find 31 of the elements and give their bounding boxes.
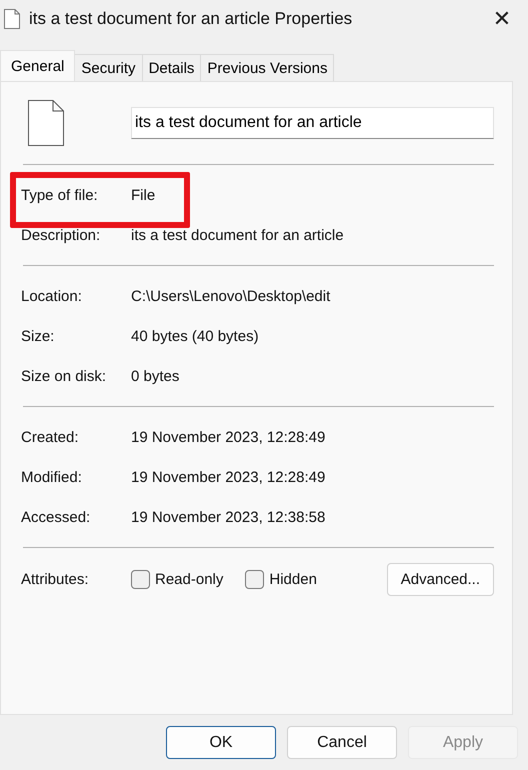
advanced-button[interactable]: Advanced... — [386, 562, 494, 596]
property-value: C:\Users\Lenovo\Desktop\edit — [131, 288, 330, 304]
property-value: 19 November 2023, 12:38:58 — [131, 508, 326, 526]
checkbox-label: Hidden — [269, 570, 317, 588]
dialog-button[interactable]: Cancel — [287, 726, 397, 759]
property-label: Description: — [21, 226, 102, 244]
file-icon — [4, 9, 20, 29]
property-label: Size: — [21, 328, 56, 344]
property-label: Modified: — [21, 468, 83, 486]
property-label: Type of file: — [21, 186, 99, 204]
property-label: Created: — [21, 428, 80, 446]
property-label: Size on disk: — [21, 368, 108, 384]
name-field[interactable]: its a test document for an article — [131, 107, 494, 139]
close-button[interactable]: ✕ — [482, 6, 522, 32]
checkbox[interactable] — [245, 570, 264, 588]
tab[interactable]: Previous Versions — [200, 54, 334, 81]
property-value: 19 November 2023, 12:28:49 — [131, 428, 326, 446]
property-label: Accessed: — [21, 508, 92, 526]
property-value: File — [131, 186, 156, 204]
property-value: 19 November 2023, 12:28:49 — [131, 468, 326, 486]
property-value: its a test document for an article — [131, 226, 344, 244]
window-title: its a test document for an article Properties — [29, 9, 354, 29]
file-icon — [28, 100, 64, 146]
attributes-label: Attributes: — [21, 570, 90, 588]
property-label: Location: — [21, 288, 83, 304]
dialog-button[interactable]: OK — [166, 726, 276, 759]
checkbox-label: Read-only — [155, 570, 224, 588]
property-value: 40 bytes (40 bytes) — [131, 328, 259, 344]
property-value: 0 bytes — [131, 368, 180, 384]
tab[interactable]: General — [0, 50, 76, 81]
checkbox[interactable] — [131, 570, 150, 588]
